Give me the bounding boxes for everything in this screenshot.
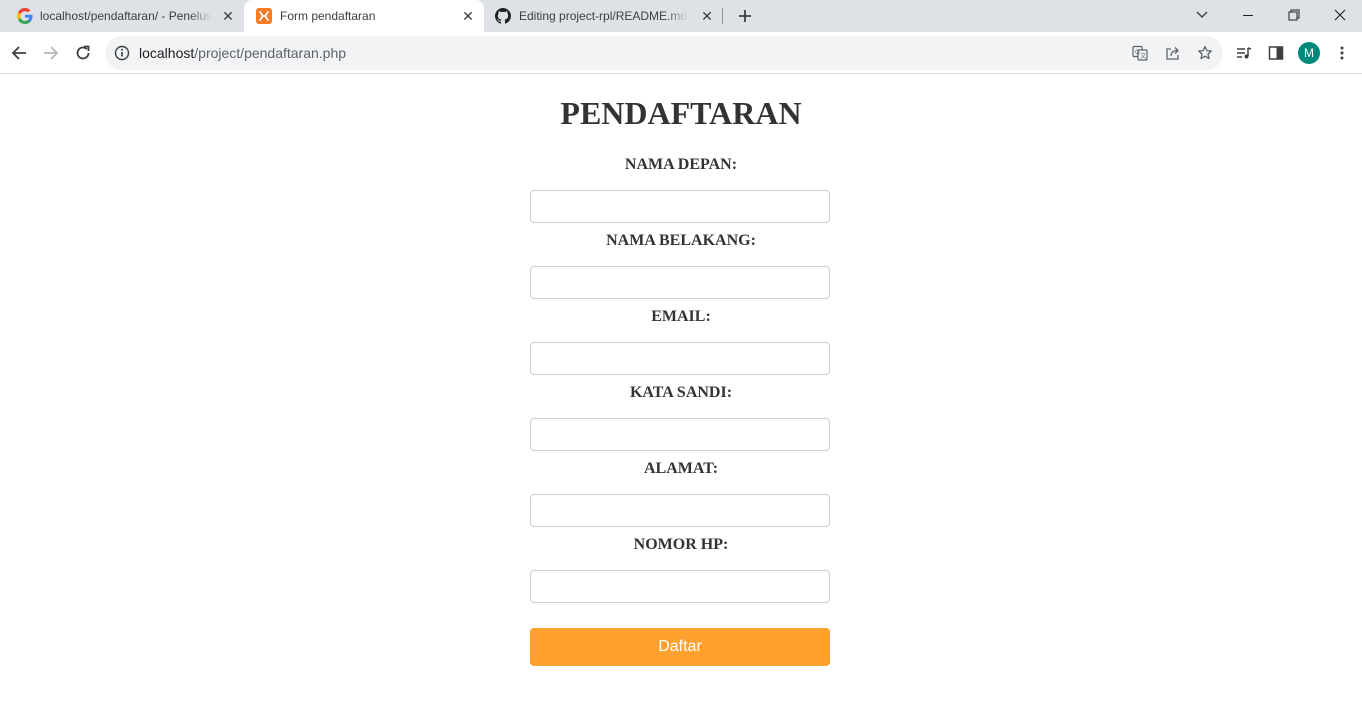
arrow-right-icon bbox=[44, 46, 59, 60]
forward-button[interactable] bbox=[39, 41, 63, 65]
google-g-icon bbox=[17, 8, 33, 24]
first-name-label: NAMA DEPAN: bbox=[624, 156, 738, 173]
tab-google-search[interactable]: localhost/pendaftaran/ - Penelusuran Goo… bbox=[0, 0, 244, 32]
arrow-left-icon bbox=[11, 46, 26, 60]
tab-github-editing[interactable]: Editing project-rpl/README.md ✕ bbox=[484, 0, 722, 32]
phone-label: NOMOR HP: bbox=[633, 536, 729, 553]
first-name-input[interactable] bbox=[530, 190, 830, 223]
media-queue-icon bbox=[1237, 47, 1252, 59]
tab-separator bbox=[722, 8, 723, 24]
tab-title-fade bbox=[190, 8, 212, 24]
restore-icon bbox=[1288, 9, 1300, 21]
page-title: PENDAFTARAN bbox=[560, 95, 802, 131]
last-name-label: NAMA BELAKANG: bbox=[606, 232, 756, 249]
tab-search-button[interactable] bbox=[1179, 0, 1225, 30]
window-close-button[interactable] bbox=[1317, 0, 1362, 30]
minimize-icon bbox=[1243, 15, 1253, 16]
page-content: PENDAFTARAN NAMA DEPAN: NAMA BELAKANG: E… bbox=[0, 75, 1362, 718]
email-input[interactable] bbox=[530, 342, 830, 375]
close-icon[interactable]: ✕ bbox=[460, 8, 476, 24]
kebab-menu-icon bbox=[1340, 46, 1344, 60]
tab-title: localhost/pendaftaran/ - Penelusuran Goo… bbox=[40, 9, 212, 23]
tab-form-pendaftaran[interactable]: Form pendaftaran ✕ bbox=[244, 0, 484, 32]
svg-text:文: 文 bbox=[1140, 52, 1146, 60]
reload-icon bbox=[76, 45, 90, 60]
tab-strip: localhost/pendaftaran/ - Penelusuran Goo… bbox=[0, 0, 1362, 32]
bookmark-star-icon[interactable] bbox=[1197, 45, 1213, 61]
side-panel-icon bbox=[1268, 46, 1284, 60]
profile-avatar[interactable]: M bbox=[1298, 42, 1320, 64]
last-name-input[interactable] bbox=[530, 266, 830, 299]
reload-button[interactable] bbox=[71, 41, 95, 65]
password-input[interactable] bbox=[530, 418, 830, 451]
menu-button[interactable] bbox=[1330, 41, 1354, 65]
email-label: EMAIL: bbox=[651, 308, 711, 325]
url-path: /project/pendaftaran.php bbox=[194, 45, 347, 61]
url-host: localhost bbox=[139, 45, 195, 61]
reading-list-button[interactable] bbox=[1232, 41, 1256, 65]
xampp-icon bbox=[256, 8, 272, 24]
chevron-down-icon bbox=[1196, 11, 1208, 18]
info-icon[interactable] bbox=[114, 45, 130, 61]
submit-button[interactable]: Daftar bbox=[530, 628, 830, 666]
browser-toolbar: localhost/project/pendaftaran.php G文 M bbox=[0, 32, 1362, 74]
password-label: KATA SANDI: bbox=[629, 384, 733, 401]
tab-title: Editing project-rpl/README.md bbox=[519, 9, 687, 23]
close-icon[interactable]: ✕ bbox=[220, 8, 236, 24]
close-icon bbox=[1334, 9, 1346, 21]
side-panel-button[interactable] bbox=[1264, 41, 1288, 65]
address-bar[interactable]: localhost/project/pendaftaran.php G文 bbox=[105, 36, 1223, 70]
share-icon[interactable] bbox=[1165, 45, 1181, 61]
translate-icon[interactable]: G文 bbox=[1132, 45, 1148, 61]
new-tab-button[interactable] bbox=[733, 4, 757, 28]
github-icon bbox=[495, 8, 511, 24]
restore-button[interactable] bbox=[1271, 0, 1317, 30]
address-label: ALAMAT: bbox=[643, 460, 719, 477]
svg-text:G: G bbox=[1135, 49, 1140, 56]
back-button[interactable] bbox=[7, 41, 31, 65]
plus-icon bbox=[739, 10, 751, 22]
close-icon[interactable]: ✕ bbox=[699, 8, 715, 24]
address-url[interactable]: localhost/project/pendaftaran.php bbox=[139, 45, 346, 61]
tab-title-fade bbox=[666, 8, 688, 24]
address-input[interactable] bbox=[530, 494, 830, 527]
tab-title: Form pendaftaran bbox=[280, 9, 376, 23]
phone-input[interactable] bbox=[530, 570, 830, 603]
minimize-button[interactable] bbox=[1225, 0, 1271, 30]
